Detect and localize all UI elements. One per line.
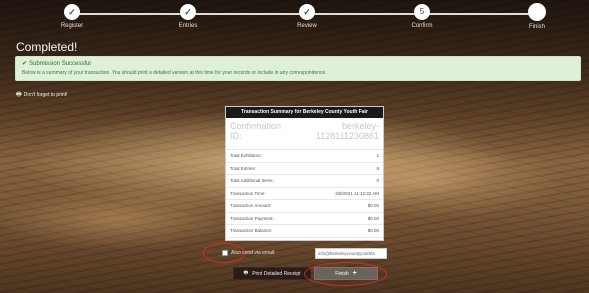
- confirmation-value: berkeley- 1128111230861: [316, 121, 379, 141]
- row-label: Transaction Time:: [230, 190, 266, 196]
- check-icon: ✓: [184, 6, 192, 17]
- step-review-dot: ✓: [299, 4, 315, 20]
- print-reminder-text: Don't forget to print!: [23, 92, 68, 98]
- check-icon: ✓: [68, 6, 76, 17]
- summary-row: Transaction Payment: $0.00: [226, 213, 383, 225]
- alert-text: Below is a summary of your transaction. …: [22, 70, 327, 76]
- step-entries: ✓ Entries: [148, 4, 228, 29]
- step-label: Entries: [178, 23, 198, 29]
- step-label: Review: [297, 23, 317, 29]
- row-label: Transaction Payment:: [230, 215, 274, 221]
- print-receipt-label: Print Detailed Receipt: [252, 270, 301, 277]
- row-value: 8: [376, 165, 379, 171]
- confirmation-label: Confirmation ID:: [230, 121, 282, 141]
- row-label: Total Exhibitors:: [230, 153, 262, 159]
- row-label: Transaction Balance:: [230, 228, 273, 234]
- summary-row: Transaction Amount: $0.00: [226, 200, 383, 213]
- row-value: 0: [376, 178, 379, 184]
- step-label: Finish: [528, 24, 545, 30]
- print-receipt-button[interactable]: 🖶 Print Detailed Receipt: [233, 267, 311, 280]
- alert-title: Submission Successful: [29, 60, 91, 67]
- summary-row: Total Additional Items: 0: [226, 175, 383, 188]
- row-value: $0.00: [367, 215, 379, 221]
- row-label: Total Additional Items:: [230, 178, 274, 184]
- print-reminder: 🖶 Don't forget to print!: [16, 90, 67, 100]
- step-confirm-dot: 5: [414, 4, 430, 20]
- row-value: $0.00: [367, 203, 379, 209]
- confirmation-value-line1: berkeley-: [341, 121, 379, 131]
- step-register-dot: ✓: [64, 4, 80, 20]
- printer-icon: 🖶: [16, 92, 22, 98]
- confirmation-value-line2: 1128111230861: [315, 131, 379, 141]
- alert-title-row: ✔ Submission Successful: [22, 60, 574, 68]
- summary-row: Transaction Time: 3/8/2021 11:12:32 AM: [226, 188, 383, 200]
- step-entries-dot: ✓: [180, 4, 196, 20]
- step-finish: Finish: [497, 3, 577, 30]
- row-value: 3/8/2021 11:12:32 AM: [335, 190, 379, 196]
- summary-row: Transaction Balance: $0.00: [226, 225, 383, 238]
- row-label: Total Entries:: [230, 165, 257, 171]
- summary-header: Transaction Summary for Berkeley County …: [226, 107, 383, 118]
- check-icon: ✓: [303, 6, 311, 17]
- summary-rows: Total Exhibitors: 1 Total Entries: 8 Total…: [226, 150, 383, 238]
- step-review: ✓ Review: [267, 4, 347, 29]
- progress-stepper: ✓ Register ✓ Entries ✓ Review 5 Confirm …: [0, 0, 589, 34]
- annotation-circle-email: [203, 243, 245, 263]
- step-label: Confirm: [411, 23, 433, 29]
- email-field[interactable]: [315, 248, 387, 259]
- transaction-summary: Transaction Summary for Berkeley County …: [225, 106, 384, 241]
- row-label: Transaction Amount:: [230, 203, 272, 209]
- summary-row: Total Entries: 8: [226, 163, 383, 175]
- success-alert: ✔ Submission Successful Below is a summa…: [15, 56, 581, 81]
- row-value: 1: [376, 153, 379, 159]
- row-value: $0.00: [367, 228, 379, 234]
- summary-row: Total Exhibitors: 1: [226, 150, 383, 163]
- confirmation-id: Confirmation ID: berkeley- 1128111230861: [226, 118, 383, 150]
- step-label: Register: [60, 23, 84, 29]
- page-title: Completed!: [16, 40, 78, 54]
- printer-icon: 🖶: [243, 269, 249, 276]
- step-finish-dot: [528, 3, 546, 21]
- step-number: 5: [419, 7, 425, 16]
- check-icon: ✔: [22, 61, 28, 67]
- step-confirm: 5 Confirm: [382, 4, 462, 29]
- annotation-circle-finish: [304, 262, 387, 286]
- step-register: ✓ Register: [32, 4, 112, 29]
